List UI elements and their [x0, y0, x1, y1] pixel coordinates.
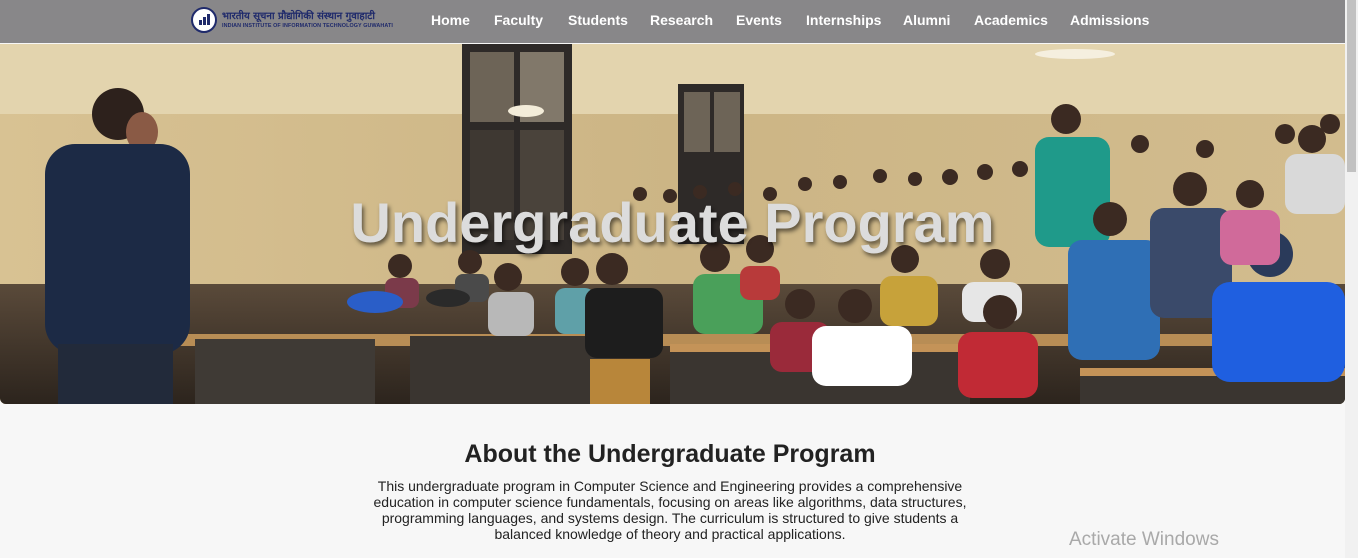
- activate-windows-title: Activate Windows: [1069, 529, 1219, 550]
- hero-title: Undergraduate Program: [350, 191, 995, 254]
- nav-admissions[interactable]: Admissions: [1070, 12, 1149, 28]
- institute-logo[interactable]: भारतीय सूचना प्रौद्योगिकी संस्थान गुवाहा…: [191, 7, 401, 35]
- nav-students[interactable]: Students: [568, 12, 628, 28]
- top-navbar: भारतीय सूचना प्रौद्योगिकी संस्थान गुवाहा…: [0, 0, 1345, 43]
- nav-internships[interactable]: Internships: [806, 12, 881, 28]
- nav-home[interactable]: Home: [431, 12, 470, 28]
- about-heading: About the Undergraduate Program: [464, 440, 876, 468]
- institute-emblem-icon: [191, 7, 217, 33]
- nav-research[interactable]: Research: [650, 12, 713, 28]
- hero-banner: Undergraduate Program: [0, 44, 1345, 404]
- nav-faculty[interactable]: Faculty: [494, 12, 543, 28]
- page-scrollbar[interactable]: [1345, 0, 1358, 558]
- nav-alumni[interactable]: Alumni: [903, 12, 950, 28]
- about-description: This undergraduate program in Computer S…: [373, 478, 967, 542]
- logo-hindi-text: भारतीय सूचना प्रौद्योगिकी संस्थान गुवाहा…: [222, 11, 375, 22]
- scrollbar-thumb[interactable]: [1347, 0, 1356, 172]
- logo-english-text: INDIAN INSTITUTE OF INFORMATION TECHNOLO…: [222, 23, 394, 29]
- nav-academics[interactable]: Academics: [974, 12, 1048, 28]
- nav-events[interactable]: Events: [736, 12, 782, 28]
